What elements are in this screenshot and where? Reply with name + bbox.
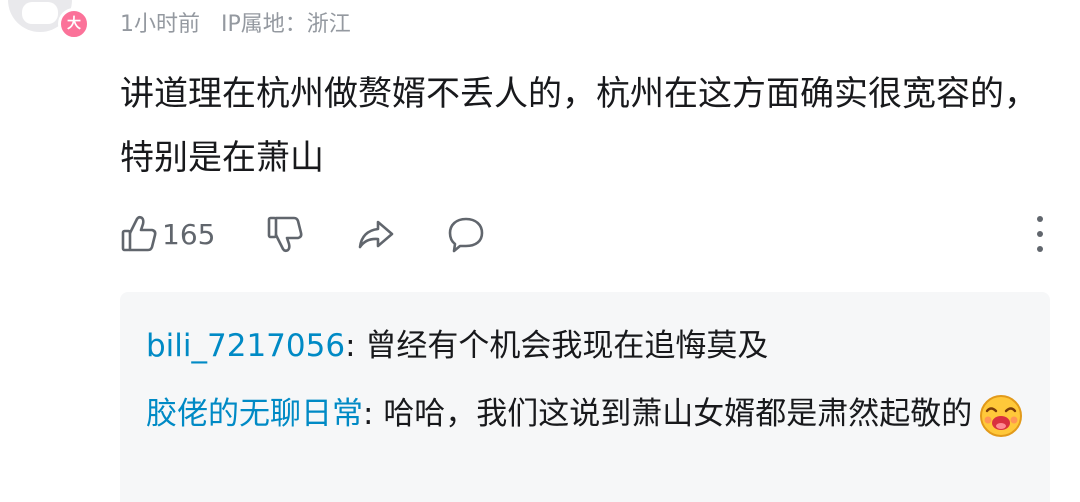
like-button[interactable]: 165 [120,210,215,258]
reply-text: 哈哈，我们这说到萧山女婿都是肃然起敬的 [383,396,973,432]
thumbs-down-icon [266,214,304,254]
reply-item[interactable]: 胶佬的无聊日常: 哈哈，我们这说到萧山女婿都是肃然起敬的 [146,386,1026,442]
reply-preview-box[interactable]: bili_7217056: 曾经有个机会我现在追悔莫及 胶佬的无聊日常: 哈哈，… [120,292,1050,502]
more-vertical-icon[interactable] [1030,216,1050,252]
comment-actions: 165 [120,210,1050,258]
reply-separator: : [363,396,384,432]
avatar-image [22,2,58,24]
comment-meta: 1小时前 IP属地：浙江 [120,6,365,38]
comment-screen: 大 1小时前 IP属地：浙江 讲道理在杭州做赘婿不丢人的，杭州在这方面确实很宽容… [0,0,1080,502]
laughing-emoji-icon [978,393,1024,439]
like-count: 165 [162,217,216,251]
reply-username[interactable]: bili_7217056 [146,328,345,364]
thumbs-up-icon [120,214,158,254]
ip-location: IP属地：浙江 [221,12,351,37]
reply-icon [446,214,486,254]
reply-username[interactable]: 胶佬的无聊日常 [146,396,363,432]
reply-text: 曾经有个机会我现在追悔莫及 [365,328,769,364]
share-button[interactable] [356,210,396,258]
reply-separator: : [345,328,366,364]
share-icon [356,214,396,254]
reply-item[interactable]: bili_7217056: 曾经有个机会我现在追悔莫及 [146,318,1026,374]
comment-time: 1小时前 [120,12,200,37]
comment-text[interactable]: 讲道理在杭州做赘婿不丢人的，杭州在这方面确实很宽容的，特别是在萧山 [120,62,1040,190]
vip-badge: 大 [58,8,90,40]
reply-button[interactable] [446,210,486,258]
dislike-button[interactable] [266,210,304,258]
